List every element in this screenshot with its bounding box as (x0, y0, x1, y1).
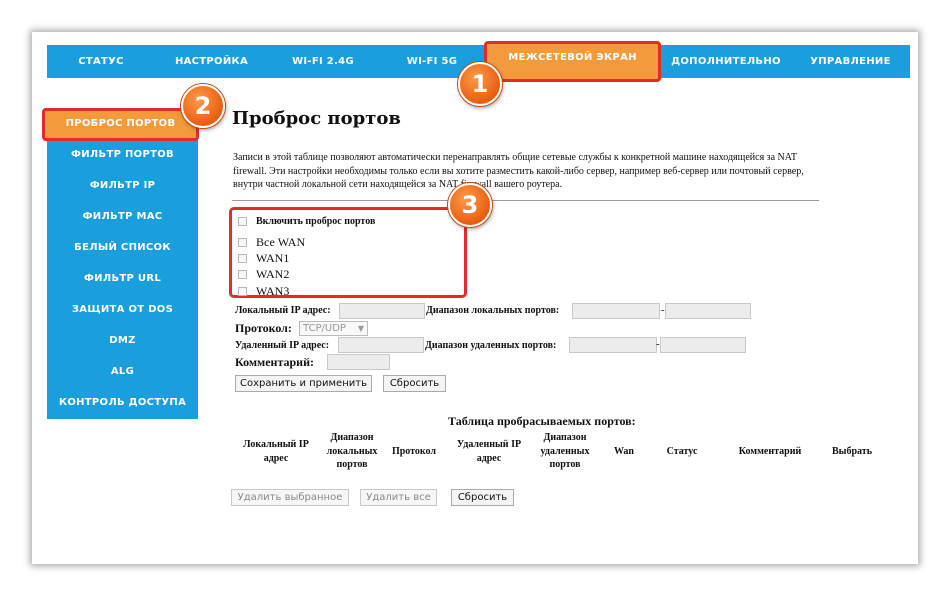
wan-option-row[interactable]: WAN3 (238, 284, 289, 299)
page-title: Проброс портов (232, 108, 401, 129)
column-header-remote-ports: Диапазон удаленных портов (540, 432, 590, 470)
local-port-start-input[interactable] (572, 303, 660, 319)
save-apply-button[interactable]: Сохранить и применить (235, 375, 372, 392)
local-port-end-input[interactable] (665, 303, 751, 319)
column-header-local-ip: Локальный IP адрес (243, 439, 309, 464)
delete-selected-button[interactable]: Удалить выбранное (231, 489, 349, 506)
sidebar-item-port-forwarding[interactable]: ПРОБРОС ПОРТОВ (42, 108, 199, 141)
enable-port-forwarding-row[interactable]: Включить проброс портов (238, 216, 375, 227)
local-ip-input[interactable] (339, 303, 425, 319)
remote-port-end-input[interactable] (660, 337, 746, 353)
wan2-label: WAN2 (256, 267, 290, 281)
wan-option-row[interactable]: Все WAN (238, 235, 305, 250)
page-description: Записи в этой таблице позволяют автомати… (233, 152, 804, 190)
column-header-status: Статус (666, 446, 698, 457)
table-reset-button[interactable]: Сбросить (451, 489, 514, 506)
remote-ip-label: Удаленный IP адрес: (235, 340, 330, 351)
sidebar-item-alg[interactable]: ALG (47, 356, 198, 387)
chevron-down-icon: ▼ (357, 324, 364, 333)
column-header-remote-ip: Удаленный IP адрес (456, 439, 522, 464)
divider (232, 200, 819, 201)
sidebar-item-ip-filter[interactable]: ФИЛЬТР IP (47, 170, 198, 201)
tab-management[interactable]: УПРАВЛЕНИЕ (791, 45, 910, 78)
reset-button[interactable]: Сбросить (383, 375, 446, 392)
tab-wifi-24g[interactable]: WI-FI 2.4G (268, 45, 378, 78)
remote-ip-input[interactable] (338, 337, 424, 353)
wan2-checkbox[interactable] (238, 270, 247, 279)
protocol-label: Протокол: (235, 321, 292, 335)
enable-port-forwarding-checkbox[interactable] (238, 217, 247, 226)
sidebar-item-port-filter[interactable]: ФИЛЬТР ПОРТОВ (47, 139, 198, 170)
sidebar-item-dos-protection[interactable]: ЗАЩИТА ОТ DOS (47, 294, 198, 325)
step-badge-1: 1 (458, 62, 502, 106)
sidebar-item-access-control[interactable]: КОНТРОЛЬ ДОСТУПА (47, 387, 198, 418)
local-ports-label: Диапазон локальных портов: (426, 305, 560, 316)
wan-option-row[interactable]: WAN1 (238, 251, 289, 266)
comment-input[interactable] (327, 354, 390, 370)
wan1-checkbox[interactable] (238, 254, 247, 263)
tab-status[interactable]: СТАТУС (47, 45, 155, 78)
sidebar-item-dmz[interactable]: DMZ (47, 325, 198, 356)
wan1-label: WAN1 (256, 251, 290, 265)
tab-firewall[interactable]: МЕЖСЕТЕВОЙ ЭКРАН (484, 41, 661, 82)
protocol-select[interactable]: TCP/UDP ▼ (299, 321, 368, 336)
tab-advanced[interactable]: ДОПОЛНИТЕЛЬНО (661, 45, 791, 78)
column-header-select: Выбрать (832, 446, 872, 457)
sidebar: ПРОБРОС ПОРТОВ ФИЛЬТР ПОРТОВ ФИЛЬТР IP Ф… (42, 108, 199, 419)
column-header-protocol: Протокол (391, 446, 437, 457)
wan-option-row[interactable]: WAN2 (238, 267, 289, 282)
sidebar-item-url-filter[interactable]: ФИЛЬТР URL (47, 263, 198, 294)
step-badge-3: 3 (448, 183, 492, 227)
column-header-local-ports: Диапазон локальных портов (326, 432, 378, 470)
remote-ports-label: Диапазон удаленных портов: (425, 340, 557, 351)
protocol-value: TCP/UDP (303, 323, 346, 334)
local-ip-label: Локальный IP адрес: (235, 305, 331, 316)
sidebar-item-mac-filter[interactable]: ФИЛЬТР MAC (47, 201, 198, 232)
enable-port-forwarding-label: Включить проброс портов (256, 216, 376, 227)
step-badge-2: 2 (181, 84, 225, 128)
column-header-comment: Комментарий (738, 446, 802, 457)
delete-all-button[interactable]: Удалить все (360, 489, 437, 506)
column-header-wan: Wan (613, 446, 634, 457)
wan3-checkbox[interactable] (238, 287, 247, 296)
wan3-label: WAN3 (256, 284, 290, 298)
forwarded-ports-table-title: Таблица пробрасываемых портов: (448, 414, 636, 428)
comment-label: Комментарий: (235, 355, 315, 369)
wan-all-label: Все WAN (256, 235, 306, 249)
sidebar-item-whitelist[interactable]: БЕЛЫЙ СПИСОК (47, 232, 198, 263)
remote-port-start-input[interactable] (569, 337, 657, 353)
tab-settings[interactable]: НАСТРОЙКА (155, 45, 268, 78)
wan-all-checkbox[interactable] (238, 238, 247, 247)
